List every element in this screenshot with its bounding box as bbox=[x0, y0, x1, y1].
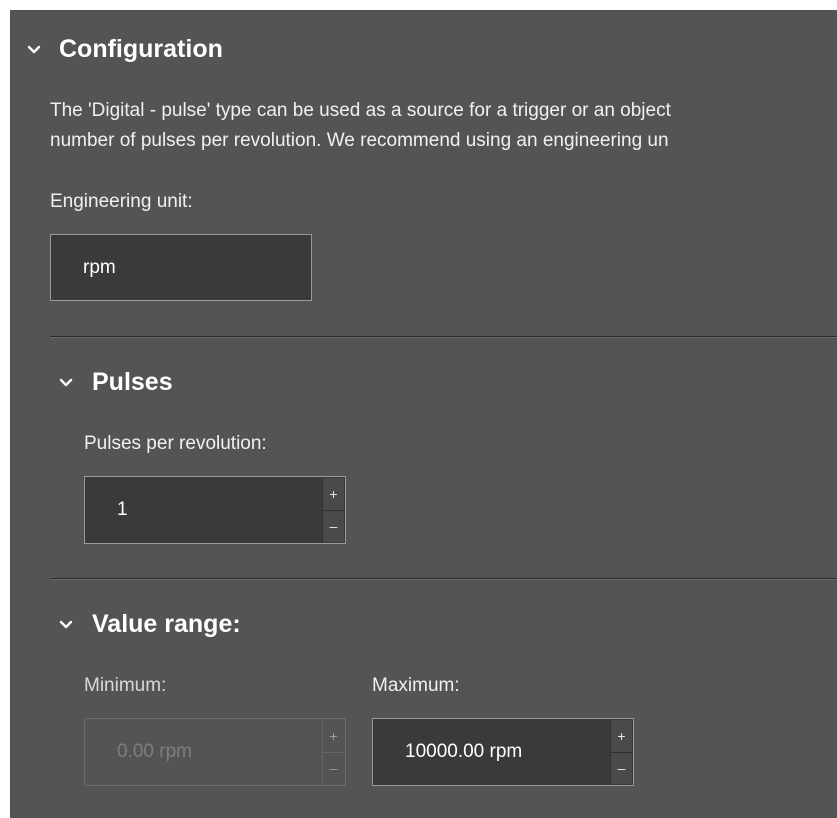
engineering-unit-value: rpm bbox=[83, 256, 116, 278]
engineering-unit-label: Engineering unit: bbox=[50, 191, 193, 212]
engineering-unit-input[interactable]: rpm bbox=[50, 234, 312, 301]
pulses-per-revolution-label: Pulses per revolution: bbox=[84, 433, 267, 454]
decrement-button: – bbox=[322, 752, 344, 784]
minimum-stepper: 0.00 rpm + – bbox=[84, 718, 346, 786]
maximum-label: Maximum: bbox=[372, 675, 460, 696]
chevron-down-icon[interactable] bbox=[58, 617, 74, 633]
spinner: + – bbox=[322, 720, 344, 784]
decrement-button[interactable]: – bbox=[610, 752, 632, 784]
minimum-label: Minimum: bbox=[84, 675, 167, 696]
spinner: + – bbox=[610, 720, 632, 784]
description-line-1: The 'Digital - pulse' type can be used a… bbox=[50, 100, 671, 121]
configuration-panel: Configuration The 'Digital - pulse' type… bbox=[10, 10, 837, 818]
value-range-title[interactable]: Value range: bbox=[92, 610, 241, 639]
pulses-per-revolution-value: 1 bbox=[117, 499, 128, 520]
divider bbox=[50, 578, 837, 580]
configuration-description: The 'Digital - pulse' type can be used a… bbox=[50, 96, 671, 156]
chevron-down-icon[interactable] bbox=[58, 375, 74, 391]
increment-button[interactable]: + bbox=[322, 478, 344, 511]
minimum-value: 0.00 rpm bbox=[117, 741, 192, 762]
description-line-2: number of pulses per revolution. We reco… bbox=[50, 130, 669, 151]
pulses-title[interactable]: Pulses bbox=[92, 368, 173, 397]
maximum-stepper[interactable]: 10000.00 rpm + – bbox=[372, 718, 634, 786]
increment-button[interactable]: + bbox=[610, 720, 632, 753]
chevron-down-icon[interactable] bbox=[26, 42, 42, 58]
spinner: + – bbox=[322, 478, 344, 542]
maximum-value: 10000.00 rpm bbox=[405, 741, 523, 762]
pulses-per-revolution-stepper[interactable]: 1 + – bbox=[84, 476, 346, 544]
divider bbox=[50, 336, 837, 338]
increment-button: + bbox=[322, 720, 344, 753]
configuration-title[interactable]: Configuration bbox=[59, 35, 223, 64]
decrement-button[interactable]: – bbox=[322, 510, 344, 542]
